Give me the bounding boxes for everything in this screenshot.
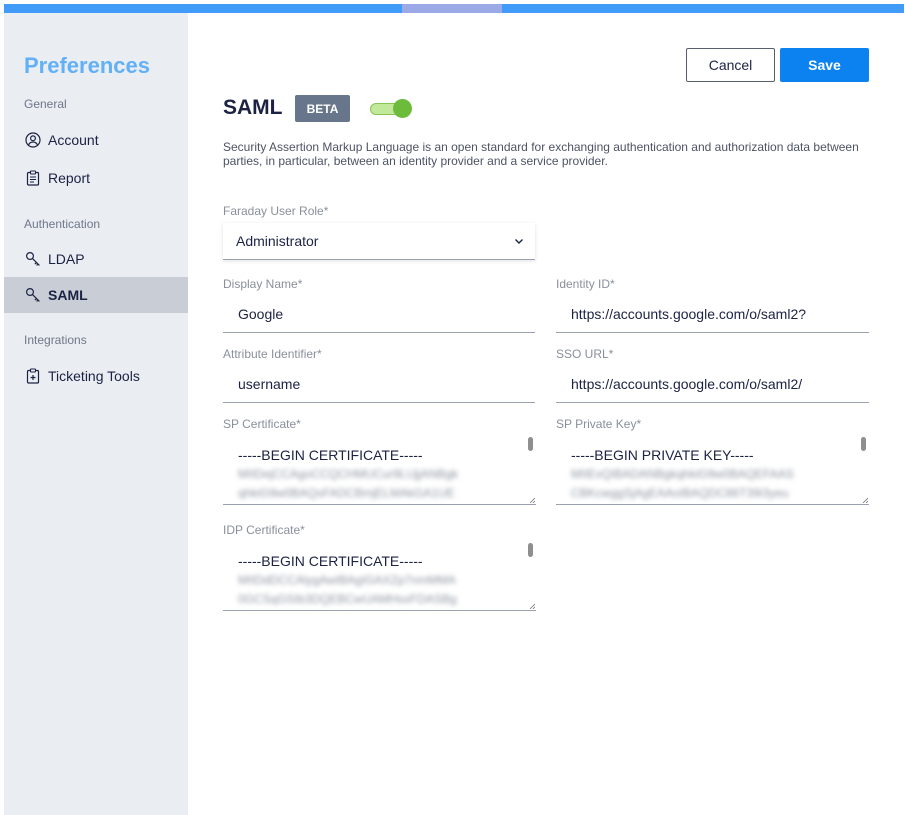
redacted-certificate-line: MIIDdDCCAlygAwIBAgIGAXZp7nmMMA [238, 573, 456, 587]
key-icon [24, 286, 42, 304]
resize-grip-icon[interactable] [862, 497, 868, 503]
section-authentication: Authentication [24, 217, 101, 231]
idp-certificate-label: IDP Certificate* [223, 523, 305, 537]
sp-private-key-label: SP Private Key* [556, 417, 642, 431]
user-role-value: Administrator [236, 233, 319, 249]
redacted-key-line: CBKcwggSjAgEAAoIBAQDC86T39i3yeu [571, 486, 789, 500]
sidebar-item-ldap[interactable]: LDAP [4, 241, 188, 277]
clipboard-icon [24, 169, 42, 187]
sp-private-key-textarea[interactable]: -----BEGIN PRIVATE KEY----- MIIEvQIBADAN… [556, 433, 869, 505]
redacted-certificate-line: qhkiG9w0BAQsFADCBmjELMAkGA1UE [238, 486, 455, 500]
scrollbar-thumb[interactable] [528, 437, 533, 451]
scrollbar-thumb[interactable] [861, 437, 866, 451]
sidebar: Preferences General Account Report Authe… [4, 13, 188, 815]
sidebar-item-label: Account [48, 132, 99, 148]
sidebar-item-label: Report [48, 170, 91, 186]
user-role-label: Faraday User Role* [223, 204, 329, 218]
sidebar-item-label: SAML [48, 287, 88, 303]
user-circle-icon [24, 131, 42, 149]
beta-badge: BETA [295, 95, 350, 122]
sp-certificate-textarea[interactable]: -----BEGIN CERTIFICATE----- MIIDejCCAgoC… [223, 433, 536, 505]
user-role-select[interactable]: Administrator [223, 223, 535, 260]
sidebar-item-label: Ticketing Tools [48, 368, 140, 384]
key-icon [24, 250, 42, 268]
sidebar-item-ticketing-tools[interactable]: Ticketing Tools [4, 358, 188, 394]
saml-enabled-toggle[interactable] [370, 99, 412, 119]
chevron-down-icon [515, 239, 523, 244]
sp-certificate-label: SP Certificate* [223, 417, 301, 431]
idp-certificate-textarea[interactable]: -----BEGIN CERTIFICATE----- MIIDdDCCAlyg… [223, 539, 536, 611]
attribute-identifier-label: Attribute Identifier* [223, 347, 322, 361]
sidebar-item-label: LDAP [48, 251, 85, 267]
textarea-first-line: -----BEGIN PRIVATE KEY----- [571, 447, 754, 463]
identity-id-field[interactable]: https://accounts.google.com/o/saml2? [556, 295, 869, 333]
sidebar-item-account[interactable]: Account [4, 122, 188, 158]
page-title: SAML [223, 96, 283, 119]
sidebar-item-saml[interactable]: SAML [4, 277, 188, 313]
clipboard-plus-icon [24, 367, 42, 385]
redacted-certificate-line: 0GCSqGSIb3DQEBCwUAMHsxFDASBg [238, 592, 457, 606]
sidebar-title: Preferences [24, 53, 150, 78]
display-name-field[interactable]: Google [223, 295, 535, 333]
save-button[interactable]: Save [780, 48, 869, 82]
resize-grip-icon[interactable] [529, 497, 535, 503]
redacted-certificate-line: MIIDejCCAgoCCQCHMUCur9LUjjANBgk [238, 467, 459, 481]
attribute-identifier-field[interactable]: username [223, 365, 535, 403]
saml-description: Security Assertion Markup Language is an… [223, 140, 859, 168]
section-general: General [24, 97, 67, 111]
resize-grip-icon[interactable] [529, 603, 535, 609]
top-tab-highlight [402, 4, 502, 13]
textarea-first-line: -----BEGIN CERTIFICATE----- [238, 447, 423, 463]
cancel-button[interactable]: Cancel [686, 48, 775, 82]
top-accent-bar [4, 4, 904, 13]
display-name-label: Display Name* [223, 277, 303, 291]
sso-url-field[interactable]: https://accounts.google.com/o/saml2/ [556, 365, 869, 403]
toggle-knob [393, 99, 412, 118]
sidebar-item-report[interactable]: Report [4, 160, 188, 196]
textarea-first-line: -----BEGIN CERTIFICATE----- [238, 553, 423, 569]
identity-id-label: Identity ID* [556, 277, 615, 291]
redacted-key-line: MIIEvQIBADANBgkqhkiG9w0BAQEFAAS [571, 467, 794, 481]
sso-url-label: SSO URL* [556, 347, 614, 361]
section-integrations: Integrations [24, 333, 87, 347]
scrollbar-thumb[interactable] [528, 543, 533, 557]
